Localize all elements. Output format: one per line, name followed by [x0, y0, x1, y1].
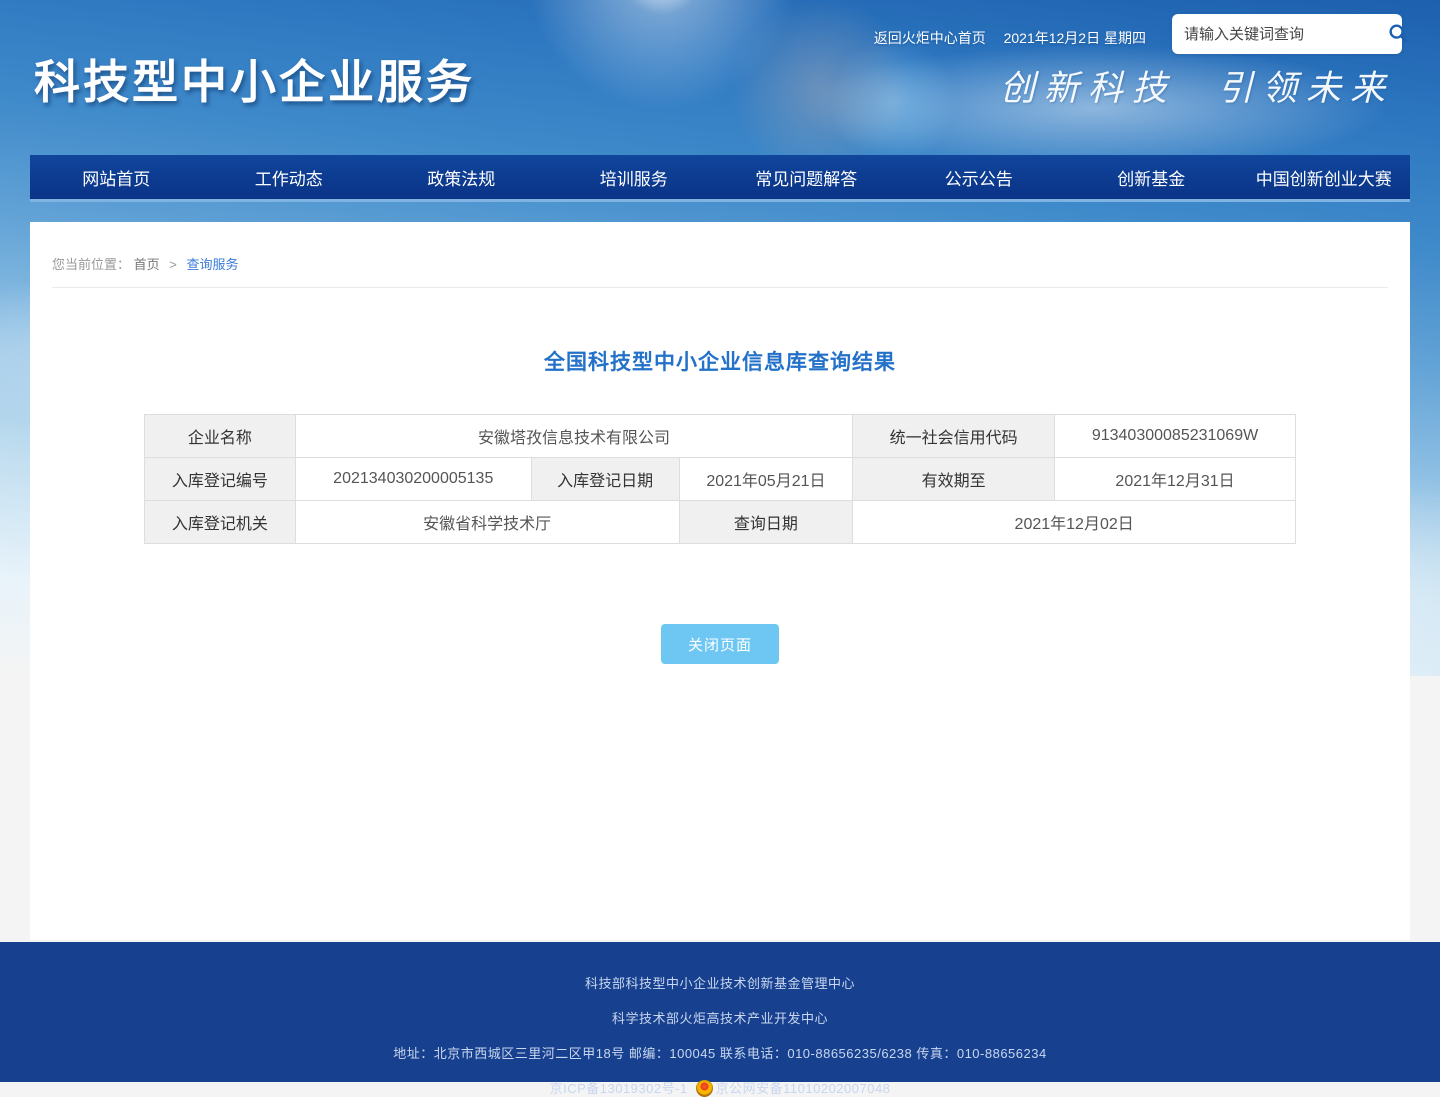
search-input[interactable]: [1172, 26, 1387, 43]
registration-date-label: 入库登记日期: [531, 458, 679, 501]
company-name-value: 安徽塔孜信息技术有限公司: [295, 415, 853, 458]
query-date-label: 查询日期: [679, 501, 853, 544]
credit-code-value: 91340300085231069W: [1055, 415, 1296, 458]
registration-number-value: 202134030200005135: [295, 458, 531, 501]
valid-until-label: 有效期至: [853, 458, 1055, 501]
nav-item-policies[interactable]: 政策法规: [375, 155, 548, 199]
footer-line-records: 京ICP备13019302号-1 京公网安备11010202007048: [0, 1078, 1440, 1097]
breadcrumb: 您当前位置： 首页 > 查询服务: [52, 222, 1388, 288]
nav-item-competition[interactable]: 中国创新创业大赛: [1238, 155, 1411, 199]
site-slogan: 创新科技 引领未来: [1000, 60, 1394, 111]
table-row: 入库登记机关 安徽省科学技术厅 查询日期 2021年12月02日: [145, 501, 1296, 544]
sky-gap: [0, 202, 1440, 222]
query-date-value: 2021年12月02日: [853, 501, 1296, 544]
site-footer: 科技部科技型中小企业技术创新基金管理中心 科学技术部火炬高技术产业开发中心 地址…: [0, 942, 1440, 1082]
nav-item-innovation-fund[interactable]: 创新基金: [1065, 155, 1238, 199]
current-date-text: 2021年12月2日 星期四: [1004, 30, 1146, 46]
main-nav: 网站首页 工作动态 政策法规 培训服务 常见问题解答 公示公告 创新基金 中国创…: [30, 155, 1410, 202]
search-box: [1172, 14, 1402, 54]
breadcrumb-separator: >: [169, 257, 177, 272]
icp-record-link[interactable]: 京ICP备13019302号-1: [550, 1081, 688, 1096]
valid-until-value: 2021年12月31日: [1055, 458, 1296, 501]
footer-line-torch-center: 科学技术部火炬高技术产业开发中心: [0, 1008, 1440, 1027]
nav-item-home[interactable]: 网站首页: [30, 155, 203, 199]
site-header: 科技型中小企业服务 创新科技 引领未来 返回火炬中心首页 2021年12月2日 …: [0, 0, 1440, 155]
footer-line-address: 地址：北京市西城区三里河二区甲18号 邮编：100045 联系电话：010-88…: [0, 1043, 1440, 1062]
table-row: 企业名称 安徽塔孜信息技术有限公司 统一社会信用代码 9134030008523…: [145, 415, 1296, 458]
registration-authority-label: 入库登记机关: [145, 501, 296, 544]
registration-number-label: 入库登记编号: [145, 458, 296, 501]
company-name-label: 企业名称: [145, 415, 296, 458]
search-button[interactable]: [1387, 14, 1409, 54]
police-badge-icon: [696, 1080, 713, 1097]
close-page-button[interactable]: 关闭页面: [661, 624, 779, 664]
registration-authority-value: 安徽省科学技术厅: [295, 501, 679, 544]
topbar: 返回火炬中心首页 2021年12月2日 星期四: [874, 28, 1146, 48]
breadcrumb-current-link[interactable]: 查询服务: [187, 257, 239, 272]
query-result-table: 企业名称 安徽塔孜信息技术有限公司 统一社会信用代码 9134030008523…: [144, 414, 1296, 544]
footer-line-fund-center: 科技部科技型中小企业技术创新基金管理中心: [0, 973, 1440, 992]
page: 科技型中小企业服务 创新科技 引领未来 返回火炬中心首页 2021年12月2日 …: [0, 0, 1440, 1082]
nav-item-training[interactable]: 培训服务: [548, 155, 721, 199]
return-torch-center-link[interactable]: 返回火炬中心首页: [874, 30, 986, 46]
nav-item-announcements[interactable]: 公示公告: [893, 155, 1066, 199]
nav-item-faq[interactable]: 常见问题解答: [720, 155, 893, 199]
breadcrumb-home-link[interactable]: 首页: [134, 257, 160, 272]
search-icon: [1387, 22, 1409, 47]
content-panel: 您当前位置： 首页 > 查询服务 全国科技型中小企业信息库查询结果 企业名称 安…: [30, 222, 1410, 940]
registration-date-value: 2021年05月21日: [679, 458, 853, 501]
page-title: 全国科技型中小企业信息库查询结果: [30, 346, 1410, 376]
police-record-link[interactable]: 京公网安备11010202007048: [716, 1081, 891, 1096]
site-title: 科技型中小企业服务: [34, 46, 475, 112]
credit-code-label: 统一社会信用代码: [853, 415, 1055, 458]
nav-item-work-news[interactable]: 工作动态: [203, 155, 376, 199]
table-row: 入库登记编号 202134030200005135 入库登记日期 2021年05…: [145, 458, 1296, 501]
breadcrumb-prefix: 您当前位置：: [52, 257, 130, 272]
